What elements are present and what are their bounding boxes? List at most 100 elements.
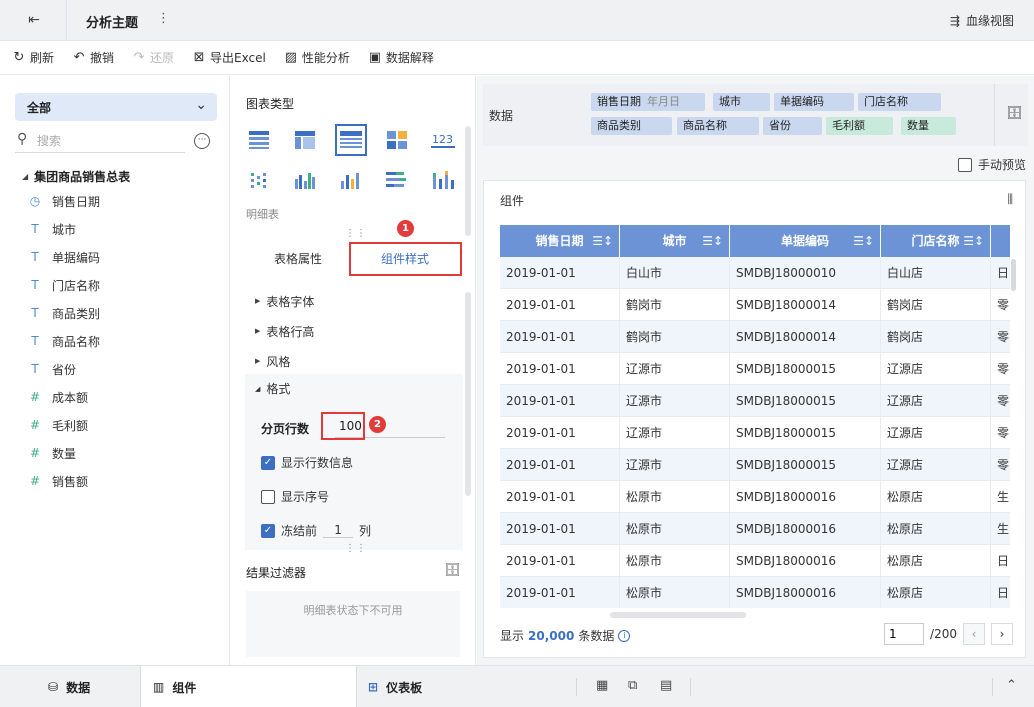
field-item[interactable]: # 销售额 [28,467,218,495]
table-row[interactable]: 2019-01-01 辽源市 SMDBJ18000015 辽源店零 [500,385,1010,417]
table-cell: 辽源市 [620,417,730,449]
table-row[interactable]: 2019-01-01 松原市 SMDBJ18000016 松原店生 [500,481,1010,513]
resize-handle-icon[interactable]: ⋮⋮ [345,543,367,554]
table-row[interactable]: 2019-01-01 松原市 SMDBJ18000016 松原店日 [500,545,1010,577]
data-explain-button[interactable]: ▣ 数据解释 [368,49,434,66]
data-field-pill[interactable]: 省份 [763,117,822,135]
info-icon[interactable]: i [618,629,631,642]
redo-button[interactable]: ↷ 还原 [132,49,174,66]
field-item[interactable]: T 省份 [28,355,218,383]
collapse-up-icon[interactable]: ⌃ [1006,678,1017,693]
field-item[interactable]: # 成本额 [28,383,218,411]
style-section-header[interactable]: ▶ 表格字体 [245,286,463,316]
table-row[interactable]: 2019-01-01 鹤岗市 SMDBJ18000014 鹤岗店零 [500,289,1010,321]
undo-label: 撤销 [90,51,115,65]
prev-page-button[interactable]: ‹ [963,623,985,645]
column-header[interactable]: 门店名称 ☰↕ [881,225,991,257]
data-field-pill[interactable]: 销售日期 年月日 [591,93,705,111]
table-row[interactable]: 2019-01-01 辽源市 SMDBJ18000015 辽源店零 [500,417,1010,449]
table-row[interactable]: 2019-01-01 辽源市 SMDBJ18000015 辽源店零 [500,449,1010,481]
checkbox-checked-icon[interactable]: ✓ [261,523,275,538]
add-component-icon[interactable]: ▦ [596,678,608,693]
export-excel-button[interactable]: ⊠ 导出Excel [192,49,266,66]
more-options-icon[interactable]: ⋮ [157,11,170,26]
tab-dashboard[interactable]: ⊞ 仪表板 [356,666,466,707]
field-item[interactable]: T 单据编码 [28,243,218,271]
data-field-pill[interactable]: 城市 [713,93,770,111]
freeze-count-input[interactable]: 1 [323,523,354,538]
sort-icon[interactable]: ☰↕ [702,225,723,257]
checkbox-checked-icon[interactable]: ✓ [261,455,275,470]
table-horizontal-scrollbar[interactable] [610,612,746,618]
show-row-info-option[interactable]: ✓ 显示行数信息 [261,454,353,471]
style-scrollbar[interactable] [465,292,471,496]
column-chart-icon[interactable] [335,164,367,196]
tab-table-properties[interactable]: 表格属性 [246,242,350,276]
grouped-bar-icon[interactable] [289,164,321,196]
resize-handle-icon[interactable]: ⋮⋮ [345,228,367,239]
table-row[interactable]: 2019-01-01 白山市 SMDBJ18000010 白山店日 [500,257,1010,289]
data-field-pill[interactable]: 商品名称 [677,117,759,135]
column-header[interactable]: 单据编码 ☰↕ [730,225,881,257]
data-field-pill[interactable]: 商品类别 [591,117,672,135]
field-item[interactable]: ◷ 销售日期 [28,187,218,215]
next-page-button[interactable]: › [991,623,1013,645]
stacked-bar-icon[interactable] [381,164,413,196]
performance-button[interactable]: ▨ 性能分析 [284,49,350,66]
style-section-header[interactable]: ▶ 风格 [245,346,463,376]
sort-icon[interactable]: ☰↕ [963,225,984,257]
table-row[interactable]: 2019-01-01 松原市 SMDBJ18000016 松原店日 [500,577,1010,608]
data-field-pill[interactable]: 单据编码 [774,93,854,111]
lock-icon[interactable]: 🗄 [1006,106,1023,121]
exit-icon[interactable]: ⇤ [24,10,44,30]
chart-type-scrollbar[interactable] [465,126,471,236]
table-vertical-scrollbar[interactable] [1011,259,1016,291]
preview-panel: 数据 🗄 销售日期 年月日 城市 单据编码 门店名称 商品类别 商品名称 省份 毛利额 数量 手动… [477,76,1034,665]
field-item[interactable]: # 数量 [28,439,218,467]
table-chart-icon[interactable] [243,124,275,156]
column-header[interactable]: 销售日期 ☰↕ [500,225,620,257]
column-header[interactable]: 城市 ☰↕ [620,225,730,257]
detail-table-chart-icon[interactable] [335,124,367,156]
table-row[interactable]: 2019-01-01 松原市 SMDBJ18000016 松原店生 [500,513,1010,545]
page-number-input[interactable] [884,623,925,645]
chart-settings-icon[interactable]: ⫼ [1007,192,1013,207]
card-chart-icon[interactable] [381,124,413,156]
field-item[interactable]: T 城市 [28,215,218,243]
field-item[interactable]: # 毛利额 [28,411,218,439]
stacked-column-icon[interactable] [427,164,459,196]
format-header[interactable]: ◢ 格式 [255,380,290,397]
data-field-pill[interactable]: 门店名称 [858,93,941,111]
show-index-option[interactable]: 显示序号 [261,488,329,505]
lineage-view-button[interactable]: ⇶ 血缘视图 [950,12,1014,29]
sort-icon[interactable]: ☰↕ [853,225,874,257]
tab-component[interactable]: ▥ 组件 [140,666,357,707]
field-item[interactable]: T 门店名称 [28,271,218,299]
lock-icon[interactable]: 🗄 [444,563,461,578]
tab-data[interactable]: ⛁ 数据 [36,666,140,707]
table-row[interactable]: 2019-01-01 辽源市 SMDBJ18000015 辽源店零 [500,353,1010,385]
cross-table-chart-icon[interactable] [289,124,321,156]
copy-component-icon[interactable]: ⧉ [628,678,637,693]
data-field-pill[interactable]: 数量 [901,117,956,135]
column-header[interactable] [991,225,1010,257]
search-input[interactable] [37,132,177,150]
dataset-root[interactable]: ◢ 集团商品销售总表 [22,168,130,185]
field-item[interactable]: T 商品类别 [28,299,218,327]
component-list-icon[interactable]: ▤ [660,678,672,693]
style-section-header[interactable]: ▶ 表格行高 [245,316,463,346]
checkbox-unchecked-icon[interactable] [261,489,275,504]
manual-preview-option[interactable]: 手动预览 [957,156,1026,173]
table-row[interactable]: 2019-01-01 鹤岗市 SMDBJ18000014 鹤岗店零 [500,321,1010,353]
checkbox-unchecked-icon[interactable] [957,157,972,172]
sort-icon[interactable]: ☰↕ [592,225,613,257]
refresh-button[interactable]: ↻ 刷新 [12,49,54,66]
freeze-columns-option[interactable]: ✓ 冻结前 1 列 [261,522,371,539]
data-field-pill[interactable]: 毛利额 [826,117,893,135]
scope-select[interactable]: 全部 ⌄ [15,93,217,121]
undo-button[interactable]: ↶ 撤销 [72,49,114,66]
field-item[interactable]: T 商品名称 [28,327,218,355]
kpi-number-icon[interactable]: 123 [427,124,459,156]
scatter-bar-icon[interactable] [243,164,275,196]
more-options-icon[interactable]: ··· [194,133,210,149]
